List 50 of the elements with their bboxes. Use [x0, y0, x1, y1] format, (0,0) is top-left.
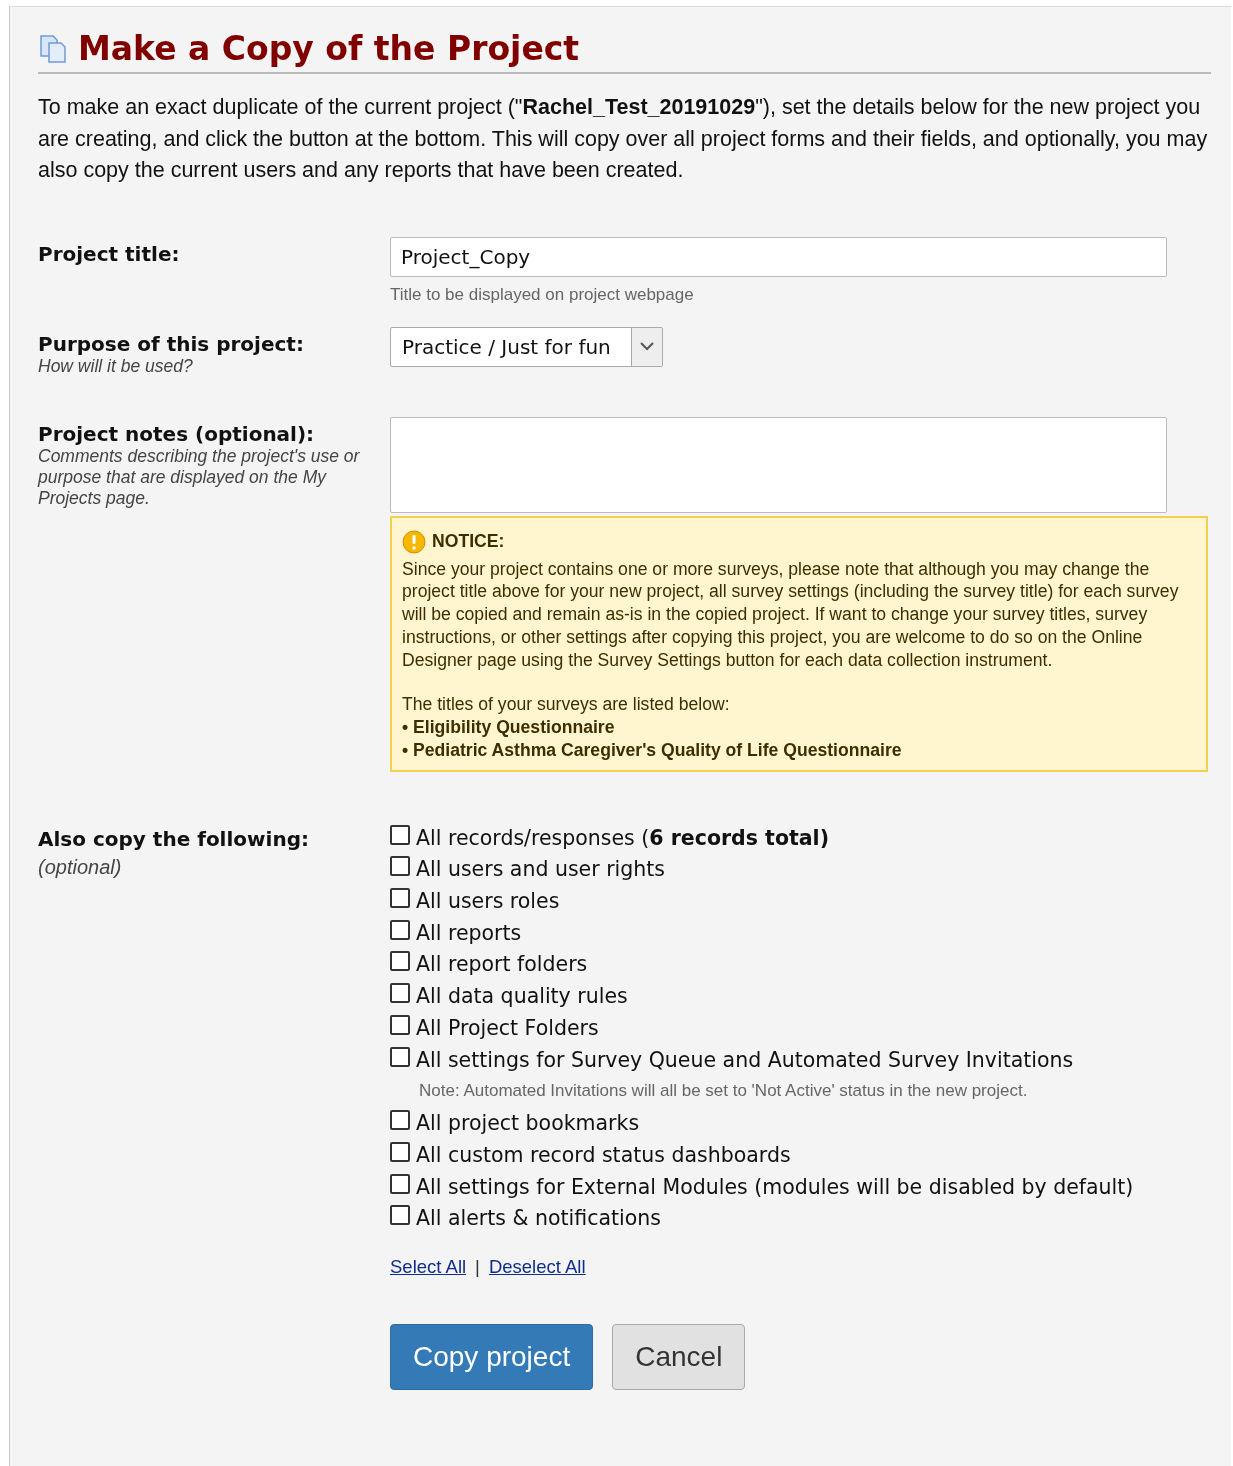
notice-text: Since your project contains one or more surveys, please note that although you may change the project title above for your new project, all survey settings (including the survey title) for each survey will be copied and remain as-is in the copied project. If want to change your survey titles, survey instructions, or other settings after copying this project, you are welcome to do so on the Online Designer page using the Survey Settings button for each data collection instrument.	[402, 557, 1180, 672]
checkbox[interactable]	[390, 888, 410, 909]
chevron-down-icon	[639, 342, 654, 351]
option-label: All settings for External Modules (modules will be disabled by default)	[416, 1174, 1134, 1199]
checkbox[interactable]	[390, 951, 410, 972]
purpose-dropdown[interactable]: Practice / Just for fun	[390, 326, 663, 367]
option-label: All users and user rights	[416, 857, 665, 882]
option-label: All records/responses (6 records total)	[416, 825, 829, 850]
checkbox[interactable]	[390, 1014, 410, 1035]
warning-icon	[402, 529, 426, 554]
survey-title: • Pediatric Asthma Caregiver's Quality of Life Questionnaire	[402, 739, 903, 762]
project-title-field[interactable]: Project_Copy	[390, 236, 1167, 277]
notice-heading: NOTICE:	[432, 530, 505, 553]
checkbox[interactable]	[390, 1110, 410, 1131]
page-title: Make a Copy of the Project	[78, 29, 580, 68]
select-all-link[interactable]: Select All	[390, 1256, 467, 1279]
checkbox[interactable]	[390, 1173, 410, 1194]
field-hint: Title to be displayed on project webpage	[390, 284, 694, 305]
checkbox[interactable]	[390, 856, 410, 877]
checkbox[interactable]	[390, 1046, 410, 1067]
checkbox[interactable]	[390, 919, 410, 940]
notice-list-intro: The titles of your surveys are listed below:	[402, 693, 731, 717]
checkbox[interactable]	[390, 983, 410, 1004]
option-label: All reports	[416, 920, 522, 945]
survey-title: • Eligibility Questionnaire	[402, 716, 616, 740]
field-label: Project notes (optional):	[38, 420, 316, 446]
option-label: All data quality rules	[416, 984, 628, 1009]
option-label: All users roles	[416, 889, 560, 914]
field-label: Also copy the following:	[38, 825, 310, 851]
field-sublabel: How will it be used?	[38, 355, 194, 377]
field-sublabel: Comments describing the project's use or purpose that are displayed on the My Projects page.	[38, 445, 361, 509]
deselect-all-link[interactable]: Deselect All	[488, 1256, 586, 1279]
option-label: All Project Folders	[416, 1015, 599, 1040]
option-label: All project bookmarks	[416, 1111, 640, 1136]
option-label: All report folders	[416, 952, 588, 977]
intro-text: To make an exact duplicate of the current project ("Rachel_Test_20191029"), set the details below for the new project you are creating, and click the button at the bottom. This will copy over all project forms and their fields, and optionally, you may also copy the current users and any reports that have been created.	[38, 94, 1208, 184]
option-label: All custom record status dashboards	[416, 1142, 791, 1167]
checkbox[interactable]	[390, 1141, 410, 1162]
link-separator: |	[475, 1256, 480, 1279]
option-label: All settings for Survey Queue and Automated Survey Invitations	[416, 1047, 1074, 1072]
field-sublabel: (optional)	[38, 856, 123, 878]
option-note: Note: Automated Invitations will all be set to 'Not Active' status in the new project.	[418, 1080, 1029, 1103]
copy-project-button[interactable]: Copy project	[390, 1324, 594, 1391]
checkbox[interactable]	[390, 824, 410, 845]
field-label: Purpose of this project:	[38, 330, 305, 356]
checkbox[interactable]	[390, 1205, 410, 1226]
option-label: All alerts & notifications	[416, 1206, 661, 1231]
cancel-button[interactable]: Cancel	[612, 1324, 746, 1391]
project-notes-field[interactable]	[390, 416, 1167, 513]
field-label: Project title:	[38, 240, 181, 266]
